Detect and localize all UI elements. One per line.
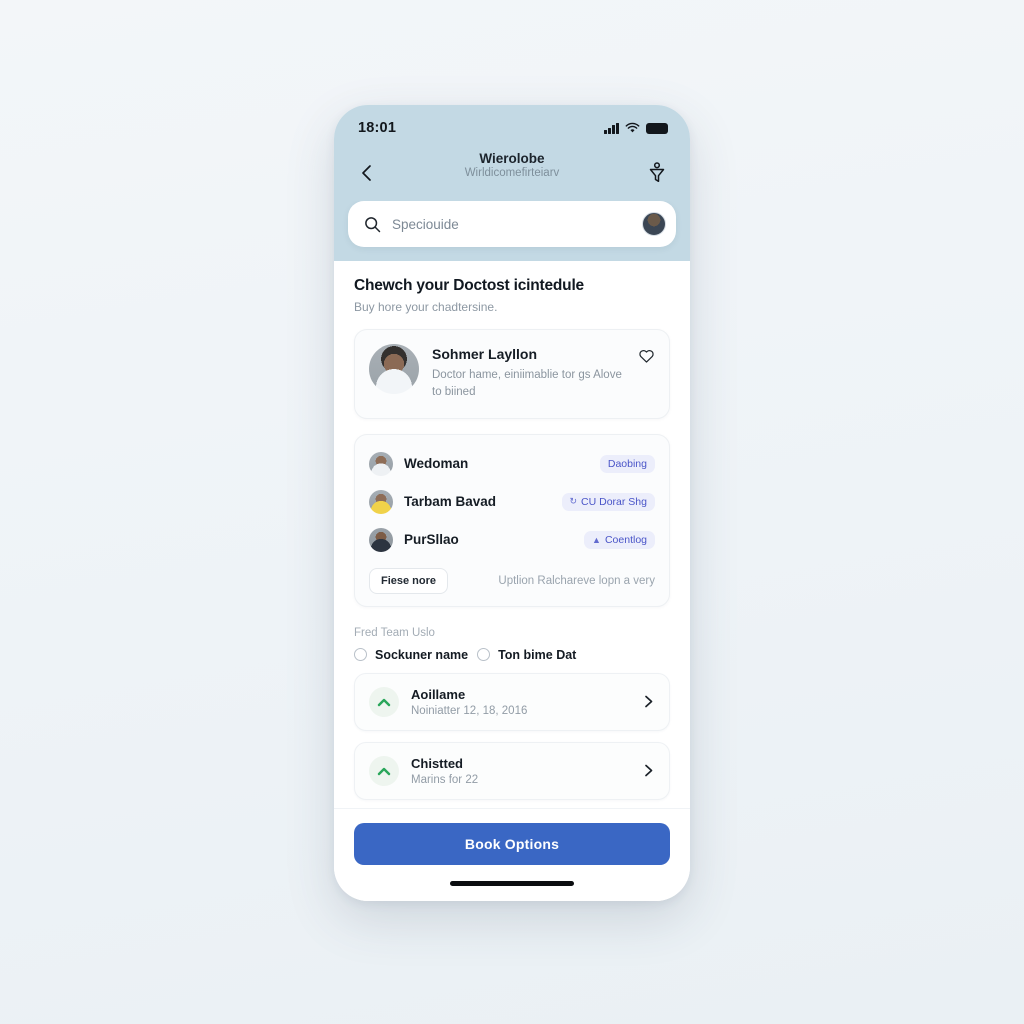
- options-label: Fred Team Uslo: [354, 626, 435, 639]
- radio-label: Ton bime Dat: [498, 647, 577, 662]
- chevron-right-icon: [645, 695, 653, 708]
- featured-doctor-card[interactable]: Sohmer Layllon Doctor hame, einiimablie …: [354, 329, 670, 419]
- result-item-subtitle: Marins for 22: [411, 773, 479, 786]
- search-zone: [334, 201, 690, 261]
- doctor-list-card: Wedoman Daobing Tarbam Bavad ↻ CU Dorar …: [354, 433, 670, 607]
- result-item-title: Chistted: [411, 755, 463, 771]
- status-bar-icons: [604, 122, 668, 134]
- battery-full-icon: [646, 122, 668, 134]
- home-indicator-area: [334, 865, 690, 901]
- phone-frame: 18:01 Wierolobe Wirldicomefirteiarv Spec…: [334, 105, 690, 901]
- doctor-description: Doctor hame, einiimablie tor gs Alove to…: [432, 369, 622, 399]
- result-item-text: Aoillame Noiniatter 12, 18, 2016: [411, 687, 630, 717]
- footer-bar: Book Options: [334, 808, 690, 865]
- search-bar[interactable]: [348, 201, 676, 247]
- search-avatar[interactable]: [642, 212, 666, 236]
- screenshot-canvas: 18:01 Wierolobe Wirldicomefirteiarv Spec…: [0, 0, 1024, 1024]
- user-avatar: [369, 527, 393, 552]
- status-badge-label: Coentlog: [604, 533, 647, 546]
- doctor-name: Sohmer Layllon: [432, 346, 538, 362]
- list-item[interactable]: Wedoman Daobing: [369, 445, 655, 483]
- list-item[interactable]: PurSllao ▲ Coentlog: [369, 521, 655, 559]
- result-item-title: Aoillame: [411, 686, 466, 702]
- section-subtitle: Buy hore your chadtersine.: [354, 300, 498, 314]
- triangle-up-icon: ▲: [592, 534, 601, 545]
- status-badge: ↻ CU Dorar Shg: [561, 492, 655, 511]
- section-title: Chewch your Doctost icintedule: [354, 277, 584, 294]
- user-avatar: [369, 489, 393, 514]
- list-footer: Fiese nore Uptlion Ralchareve lopn a ver…: [369, 559, 655, 594]
- cellular-bars-icon: [604, 122, 619, 134]
- result-item-subtitle: Noiniatter 12, 18, 2016: [411, 704, 528, 717]
- status-badge: ▲ Coentlog: [584, 530, 655, 549]
- status-bar-clock: 18:01: [358, 120, 397, 136]
- result-item-text: Chistted Marins for 22: [411, 756, 630, 786]
- list-item-name: Tarbam Bavad: [404, 494, 497, 509]
- navigation-bar: Wierolobe Wirldicomefirteiarv: [334, 145, 690, 201]
- doctor-list: Wedoman Daobing Tarbam Bavad ↻ CU Dorar …: [355, 435, 669, 606]
- chevron-right-icon: [645, 764, 653, 777]
- show-more-button[interactable]: Fiese nore: [369, 567, 449, 594]
- page-title: Wierolobe: [479, 151, 545, 166]
- chevron-up-green-icon: [369, 755, 399, 786]
- list-item-name: PurSllao: [404, 532, 459, 547]
- radio-dot-icon: [477, 648, 491, 661]
- radio-dot-icon: [354, 648, 367, 661]
- user-avatar: [369, 451, 393, 476]
- doctor-avatar: [369, 344, 419, 394]
- main-content: Chewch your Doctost icintedule Buy hore …: [334, 261, 690, 808]
- status-badge: Daobing: [599, 454, 655, 473]
- book-options-button[interactable]: Book Options: [354, 823, 670, 865]
- radio-option-sort-name[interactable]: Sockuner name: [354, 648, 468, 662]
- radio-option-sort-date[interactable]: Ton bime Dat: [477, 648, 576, 662]
- status-badge-label: CU Dorar Shg: [581, 495, 647, 508]
- status-badge-label: Daobing: [607, 457, 647, 470]
- status-bar: 18:01: [334, 105, 690, 145]
- featured-doctor-row: Sohmer Layllon Doctor hame, einiimablie …: [355, 330, 669, 418]
- list-footnote: Uptlion Ralchareve lopn a very: [498, 574, 655, 587]
- radio-group: Sockuner name Ton bime Dat: [354, 648, 670, 662]
- navigation-title-group: Wierolobe Wirldicomefirteiarv: [334, 151, 690, 179]
- heart-outline-icon[interactable]: [638, 347, 655, 364]
- wifi-icon: [625, 122, 640, 133]
- featured-doctor-text: Sohmer Layllon Doctor hame, einiimablie …: [432, 344, 625, 402]
- refresh-icon: ↻: [569, 496, 578, 506]
- search-input[interactable]: [392, 216, 631, 232]
- result-item[interactable]: Aoillame Noiniatter 12, 18, 2016: [354, 672, 670, 731]
- page-subtitle: Wirldicomefirteiarv: [464, 167, 560, 179]
- list-item[interactable]: Tarbam Bavad ↻ CU Dorar Shg: [369, 483, 655, 521]
- chevron-left-icon[interactable]: [356, 162, 378, 184]
- chevron-up-green-icon: [369, 686, 399, 717]
- list-item-name: Wedoman: [404, 456, 469, 471]
- home-indicator[interactable]: [450, 880, 574, 886]
- filter-funnel-icon[interactable]: [646, 161, 668, 185]
- radio-label: Sockuner name: [375, 647, 469, 662]
- result-item[interactable]: Chistted Marins for 22: [354, 741, 670, 800]
- search-icon: [365, 216, 381, 232]
